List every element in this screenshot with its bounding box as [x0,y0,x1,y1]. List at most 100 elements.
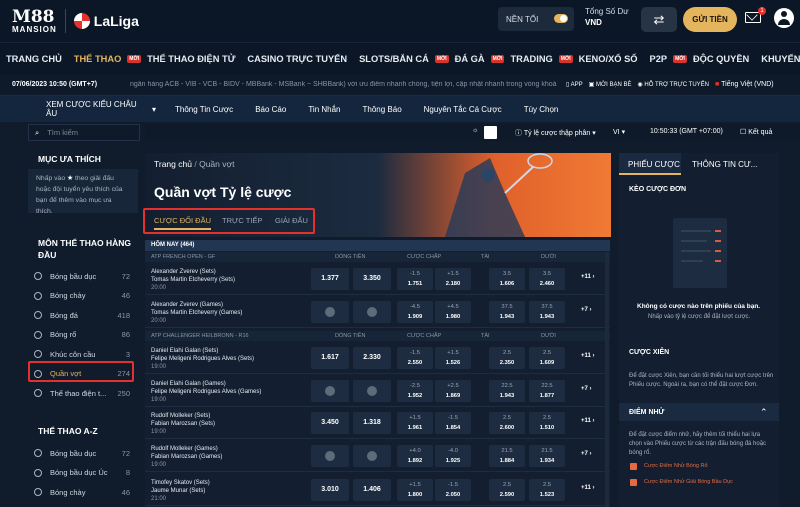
match-teams[interactable]: Rudolf Molleker (Sets) Fabian Marozsan (S… [151,412,215,436]
match-teams[interactable]: Daniel Elahi Galan (Games) Felipe Meligen… [151,380,261,404]
odds-button[interactable]: 2.5 1.609 [529,347,565,369]
league-header[interactable]: ATP FRENCH OPEN - GF DÒNG TIỀN CƯỢC CHẤP TÀ… [145,252,610,262]
subnav-rules[interactable]: Nguyên Tắc Cá Cược [413,105,513,114]
odds-button[interactable]: +1.5 1.526 [435,347,471,369]
odds-button[interactable]: +2.5 1.869 [435,380,471,402]
odds-button[interactable]: 21.5 1.934 [529,445,565,467]
nav-item-5[interactable]: ĐÁ GÀ [449,54,491,64]
tips-link-basketball[interactable]: Cược Điểm Nhử Bóng Rổ [630,463,708,470]
match-teams[interactable]: Daniel Elahi Galan (Sets) Felipe Meligeni… [151,347,254,371]
odds-sort-dropdown[interactable]: ⓘ Tỷ lệ cược thập phân ▾ [515,128,596,138]
moneyline-odds-2[interactable]: 3.350 [353,268,391,290]
more-markets-button[interactable]: +11 › [581,418,595,424]
moneyline-odds-1[interactable]: 1.377 [311,268,349,290]
league-header[interactable]: ATP CHALLENGER HEILBRONN - R16 DÒNG TIỀN C… [145,331,610,341]
odds-button[interactable]: 2.5 1.523 [529,479,565,501]
sport-item[interactable]: Bóng rổ 86 [34,326,130,344]
odds-button[interactable]: +4.5 1.980 [435,301,471,323]
odds-button[interactable]: 22.5 1.877 [529,380,565,402]
odds-format-dropdown[interactable]: XEM CƯỢC KIỂU CHÂU ÂU ▾ [46,100,156,118]
sport-item[interactable]: Bóng đá 418 [34,306,130,324]
match-teams[interactable]: Alexander Zverev (Games) Tomas Martin Etc… [151,301,242,325]
more-markets-button[interactable]: +7 › [581,307,592,313]
odds-button[interactable]: 3.5 1.606 [489,268,525,290]
odds-button[interactable]: 3.5 2.460 [529,268,565,290]
subnav-report[interactable]: Báo Cáo [244,105,297,114]
search-input[interactable]: ⌕ Tìm kiếm [28,124,140,141]
m88-logo[interactable]: M88 MANSION [12,8,57,34]
tab-tournaments[interactable]: GIẢI ĐẤU [275,216,308,225]
moneyline-odds-1[interactable]: 3.010 [311,479,349,501]
result-checkbox[interactable]: ☐ Kết quả [740,128,772,136]
match-teams[interactable]: Alexander Zverev (Sets) Tomas Martin Etch… [151,268,235,292]
odds-button[interactable]: -1.5 1.854 [435,412,471,434]
nav-item-3[interactable]: CASINO TRỰC TUYẾN [241,54,353,64]
table-scrollbar[interactable] [605,252,609,507]
odds-button[interactable]: 2.5 2.600 [489,412,525,434]
sport-item[interactable]: Bóng bầu dục 72 [34,444,130,462]
support-link[interactable]: ◉ HỖ TRỢ TRỰC TUYẾN [637,81,709,88]
chevron-up-icon[interactable]: ⌃ [760,407,768,418]
odds-button[interactable]: -1.5 1.751 [397,268,433,290]
moneyline-odds-1[interactable]: 1.617 [311,347,349,369]
odds-button[interactable]: +1.5 1.800 [397,479,433,501]
transfer-button[interactable]: ⇄ [641,7,677,32]
nav-item-6[interactable]: TRADING [504,54,558,64]
moneyline-odds-2[interactable]: 1.406 [353,479,391,501]
odds-button[interactable]: 2.5 2.350 [489,347,525,369]
nav-item-7[interactable]: KENO/XỔ SỐ [573,54,644,64]
brightness-icon[interactable]: ☼ [472,127,478,134]
user-avatar-icon[interactable] [774,8,794,28]
more-markets-button[interactable]: +11 › [581,353,595,359]
moneyline-odds-2[interactable]: 2.330 [353,347,391,369]
subnav-options[interactable]: Tùy Chọn [513,105,570,114]
sport-item[interactable]: Bóng chày 46 [34,483,130,501]
nav-item-9[interactable]: ĐỘC QUYỀN [687,54,755,64]
odds-button[interactable]: +4.0 1.892 [397,445,433,467]
nav-item-8[interactable]: P2P [644,54,674,64]
odds-button[interactable]: -4.0 1.925 [435,445,471,467]
odds-button[interactable]: 21.5 1.884 [489,445,525,467]
tips-link-football[interactable]: Cược Điểm Nhử Giải Bóng Bầu Dục [630,479,733,486]
odds-button[interactable]: -4.5 1.909 [397,301,433,323]
sport-item[interactable]: Bóng bầu dục Úc 8 [34,464,130,482]
sport-item[interactable]: Thể thao điện t... 250 [34,384,130,402]
odds-button[interactable]: 2.5 2.590 [489,479,525,501]
odds-button[interactable]: -1.5 2.050 [435,479,471,501]
tab-live[interactable]: TRỰC TIẾP [222,216,262,225]
today-header[interactable]: HÔM NAY (464) [145,240,610,251]
odds-button[interactable]: 2.5 1.510 [529,412,565,434]
odds-button[interactable]: 37.5 1.943 [529,301,565,323]
breadcrumb-home[interactable]: Trang chủ [154,159,192,169]
subnav-bet-info[interactable]: Thông Tin Cược [164,105,244,114]
more-markets-button[interactable]: +11 › [581,485,595,491]
sport-item[interactable]: Bóng bầu dục 72 [34,267,130,285]
sport-item[interactable]: Bóng chày 46 [34,287,130,305]
odds-button[interactable]: 22.5 1.943 [489,380,525,402]
subnav-messages[interactable]: Tin Nhắn [297,105,351,114]
odds-button[interactable]: +1.5 2.180 [435,268,471,290]
toggle-switch-icon[interactable] [554,14,568,23]
moneyline-odds-2[interactable]: 1.318 [353,412,391,434]
nav-item-1[interactable]: THỂ THAO [68,54,128,64]
tab-head-to-head[interactable]: CƯỢC ĐỐI ĐẦU [154,216,212,230]
language-selector[interactable]: ■ Tiếng Việt (VND) [715,81,774,88]
more-markets-button[interactable]: +7 › [581,451,592,457]
balance[interactable]: Tổng Số Dư VND [585,6,629,28]
tab-bet-info[interactable]: THÔNG TIN CƯ... [692,160,757,169]
dark-mode-toggle[interactable]: NỀN TỐI [498,7,574,31]
match-teams[interactable]: Rudolf Molleker (Games) Fabian Marozsan (… [151,445,222,469]
odds-button[interactable]: -1.5 2.550 [397,347,433,369]
nav-item-4[interactable]: SLOTS/BẮN CÁ [353,54,435,64]
odds-button[interactable]: -2.5 1.952 [397,380,433,402]
moneyline-odds-1[interactable]: 3.450 [311,412,349,434]
deposit-button[interactable]: GỬI TIỀN [683,7,737,32]
more-markets-button[interactable]: +11 › [581,274,595,280]
nav-item-2[interactable]: THỂ THAO ĐIỆN TỬ [141,54,241,64]
nav-item-0[interactable]: TRANG CHỦ [0,54,68,64]
subnav-notices[interactable]: Thông Báo [352,105,413,114]
color-swatch[interactable] [484,126,497,139]
match-teams[interactable]: Timofey Skatov (Sets) Jaume Munar (Sets) 2… [151,479,210,503]
nav-item-10[interactable]: KHUYẾN MÃI [755,54,800,64]
invite-friend-link[interactable]: ▣ MỜI BẠN BÈ [589,81,632,88]
